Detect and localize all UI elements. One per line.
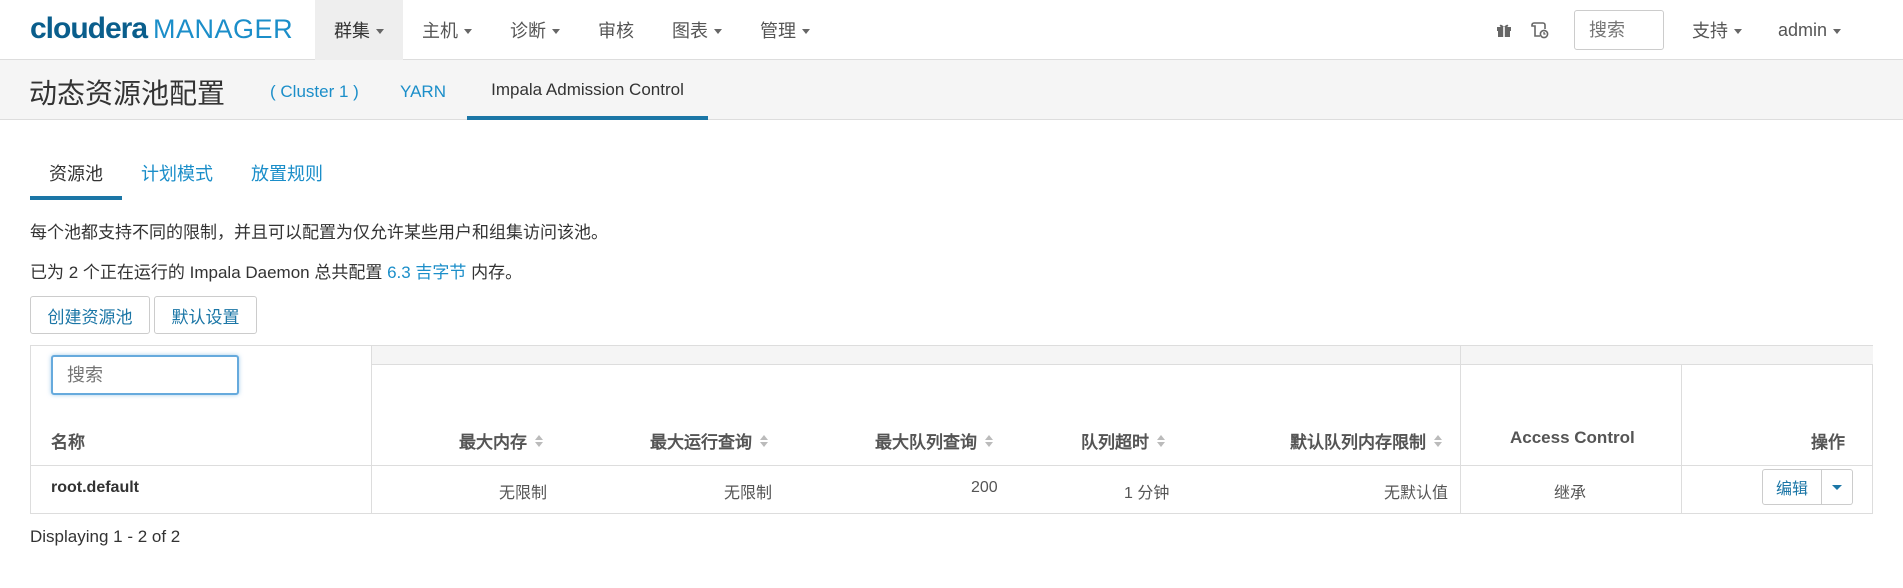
column-header-label: 默认队列内存限制 [1290, 433, 1426, 452]
cell-access-control: 继承 [1554, 485, 1587, 502]
edit-button-group: 编辑 [1762, 469, 1853, 505]
nav-charts[interactable]: 图表 [653, 0, 741, 60]
nav-administration[interactable]: 管理 [741, 0, 829, 60]
nav-administration-label: 管理 [760, 21, 796, 41]
main-menu: 群集 主机 诊断 审核 图表 管理 [315, 0, 829, 60]
cell-queue-timeout: 1 分钟 [1124, 485, 1170, 502]
resource-pool-table: 名称 最大内存 最大运行查询 最大队列查询 队列超时 默认队列内存限制 Acce… [30, 345, 1873, 514]
edit-dropdown-toggle[interactable] [1822, 469, 1853, 505]
pool-description: 每个池都支持不同的限制，并且可以配置为仅允许某些用户和组集访问该池。 [30, 223, 608, 242]
page-header: 动态资源池配置 ( Cluster 1 ) YARN Impala Admiss… [0, 60, 1903, 120]
column-header-label: 队列超时 [1081, 433, 1149, 452]
cell-max-memory: 无限制 [499, 485, 548, 502]
table-search-input[interactable] [51, 355, 239, 395]
tab-placement-rules[interactable]: 放置规则 [232, 154, 342, 200]
pagination-summary: Displaying 1 - 2 of 2 [30, 527, 181, 546]
chevron-down-icon [1832, 484, 1842, 490]
edit-button[interactable]: 编辑 [1762, 469, 1822, 505]
chevron-down-icon [376, 28, 384, 34]
tab-impala-admission-control[interactable]: Impala Admission Control [467, 60, 708, 120]
nav-user-menu[interactable]: admin [1760, 0, 1903, 60]
sort-icon [535, 434, 543, 447]
table-group-header [371, 346, 1873, 365]
tab-yarn[interactable]: YARN [400, 82, 446, 102]
column-header-queue-timeout[interactable]: 队列超时 [1081, 428, 1165, 453]
table-divider [371, 346, 372, 513]
table-divider [1460, 346, 1461, 513]
chevron-down-icon [1733, 28, 1742, 34]
sort-icon [760, 434, 768, 447]
column-header-max-running-queries[interactable]: 最大运行查询 [650, 428, 768, 453]
pool-name: root.default [51, 479, 139, 496]
nav-support-label: 支持 [1691, 21, 1728, 41]
table-divider [1681, 365, 1682, 513]
memory-summary-suffix: 内存。 [466, 263, 523, 282]
chevron-down-icon [464, 28, 472, 34]
chevron-down-icon [1833, 28, 1841, 34]
gift-icon[interactable] [1486, 12, 1522, 48]
logo-brand: cloudera [30, 12, 148, 45]
column-header-name[interactable]: 名称 [51, 428, 85, 453]
tab-resource-pools[interactable]: 资源池 [30, 154, 122, 200]
cloudera-manager-logo[interactable]: cloudera MANAGER [30, 12, 293, 48]
nav-user-label: admin [1777, 19, 1827, 40]
column-header-default-queue-memory[interactable]: 默认队列内存限制 [1290, 428, 1442, 453]
sort-icon [1157, 434, 1165, 447]
sort-icon [985, 434, 993, 447]
column-header-label: 最大运行查询 [650, 433, 752, 452]
tab-schedule-modes[interactable]: 计划模式 [122, 154, 232, 200]
cell-default-queue-memory: 无默认值 [1384, 485, 1449, 502]
column-header-max-queued-queries[interactable]: 最大队列查询 [875, 428, 993, 453]
nav-hosts-label: 主机 [422, 21, 458, 41]
create-resource-pool-button[interactable]: 创建资源池 [30, 296, 150, 334]
cluster-link[interactable]: ( Cluster 1 ) [270, 82, 359, 102]
chevron-down-icon [714, 28, 722, 34]
top-navbar: cloudera MANAGER 群集 主机 诊断 审核 图表 管理 支持 ad… [0, 0, 1903, 60]
table-divider [31, 465, 1872, 466]
nav-audits[interactable]: 审核 [579, 0, 653, 60]
cell-max-running-queries: 无限制 [724, 485, 773, 502]
default-settings-button[interactable]: 默认设置 [154, 296, 257, 334]
total-memory-link[interactable]: 6.3 吉字节 [387, 263, 466, 282]
global-search-input[interactable] [1573, 10, 1664, 50]
sort-icon [1434, 434, 1442, 447]
column-header-label: 操作 [1811, 433, 1845, 452]
chevron-down-icon [552, 28, 560, 34]
nav-diagnostics-label: 诊断 [510, 21, 546, 41]
column-header-actions: 操作 [1811, 428, 1845, 453]
nav-hosts[interactable]: 主机 [403, 0, 491, 60]
chevron-down-icon [802, 28, 810, 34]
memory-summary: 已为 2 个正在运行的 Impala Daemon 总共配置 6.3 吉字节 内… [30, 258, 522, 283]
nav-clusters-label: 群集 [334, 21, 370, 41]
nav-right: 支持 admin [1486, 0, 1903, 60]
nav-clusters[interactable]: 群集 [315, 0, 403, 60]
column-header-max-memory[interactable]: 最大内存 [459, 428, 543, 453]
logo-product: MANAGER [153, 14, 294, 44]
nav-diagnostics[interactable]: 诊断 [491, 0, 579, 60]
cell-max-queued-queries: 200 [971, 479, 998, 496]
column-header-label: 最大队列查询 [875, 433, 977, 452]
column-header-label: 名称 [51, 433, 85, 452]
column-header-label: Access Control [1510, 428, 1635, 447]
column-header-label: 最大内存 [459, 433, 527, 452]
running-commands-icon[interactable] [1522, 12, 1558, 48]
resource-pool-tabs: 资源池 计划模式 放置规则 [30, 154, 342, 200]
nav-audits-label: 审核 [598, 21, 634, 41]
page-title: 动态资源池配置 [29, 78, 226, 109]
column-header-access-control: Access Control [1510, 428, 1635, 448]
nav-charts-label: 图表 [672, 21, 708, 41]
nav-support[interactable]: 支持 [1674, 0, 1760, 60]
memory-summary-prefix: 已为 2 个正在运行的 Impala Daemon 总共配置 [30, 263, 388, 282]
